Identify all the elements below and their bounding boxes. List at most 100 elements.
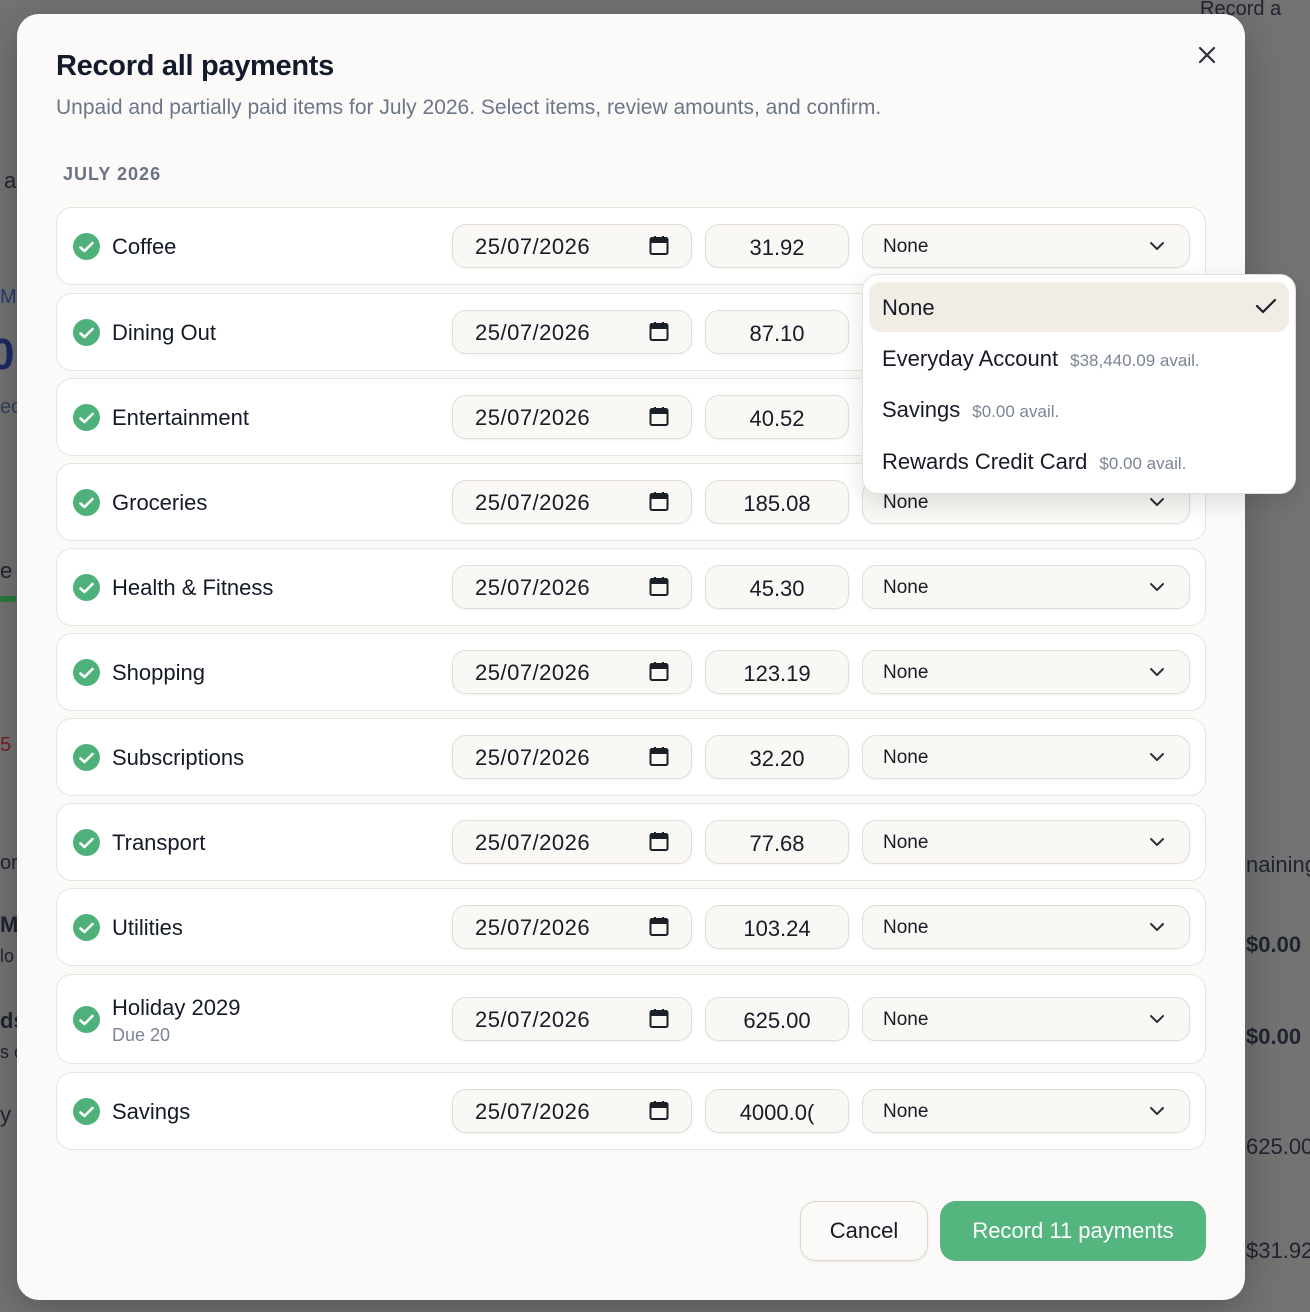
amount-value: 4000.0( xyxy=(739,1100,815,1125)
date-input[interactable]: 25/07/2026 xyxy=(452,735,692,779)
checkmark-icon xyxy=(79,837,94,848)
check-icon[interactable] xyxy=(73,1098,100,1125)
date-value: 25/07/2026 xyxy=(475,745,591,770)
date-input[interactable]: 25/07/2026 xyxy=(452,565,692,609)
date-value: 25/07/2026 xyxy=(475,575,591,600)
date-value: 25/07/2026 xyxy=(475,1099,591,1124)
account-select-value: None xyxy=(883,747,929,768)
chevron-down-icon xyxy=(1150,583,1164,591)
bg-text: lo xyxy=(0,946,15,966)
bg-text: or xyxy=(0,852,18,874)
date-value: 25/07/2026 xyxy=(475,405,591,430)
amount-input[interactable]: 31.92 xyxy=(705,224,849,268)
check-icon[interactable] xyxy=(73,574,100,601)
date-input[interactable]: 25/07/2026 xyxy=(452,820,692,864)
chevron-down-icon xyxy=(1150,242,1164,250)
record-payments-button[interactable]: Record 11 payments xyxy=(940,1201,1206,1261)
date-value: 25/07/2026 xyxy=(475,490,591,515)
amount-input[interactable]: 103.24 xyxy=(705,905,849,949)
date-input[interactable]: 25/07/2026 xyxy=(452,395,692,439)
amount-value: 32.20 xyxy=(749,746,805,771)
amount-input[interactable]: 123.19 xyxy=(705,650,849,694)
payment-name: Health & Fitness xyxy=(112,575,274,600)
account-select[interactable]: None xyxy=(862,905,1190,949)
cancel-button[interactable]: Cancel xyxy=(800,1201,928,1261)
calendar-icon[interactable] xyxy=(649,491,669,512)
check-icon[interactable] xyxy=(73,744,100,771)
check-icon[interactable] xyxy=(73,404,100,431)
date-input[interactable]: 25/07/2026 xyxy=(452,310,692,354)
calendar-icon[interactable] xyxy=(649,746,669,767)
account-select[interactable]: None xyxy=(862,1089,1190,1133)
amount-input[interactable]: 40.52 xyxy=(705,395,849,439)
chevron-down-icon xyxy=(1150,753,1164,761)
account-select[interactable]: None xyxy=(862,997,1190,1041)
option-label: Everyday Account $38,440.09 avail. xyxy=(882,346,1200,372)
amount-input[interactable]: 4000.0( xyxy=(705,1089,849,1133)
check-icon[interactable] xyxy=(73,319,100,346)
checkmark-icon xyxy=(79,1106,94,1117)
calendar-icon[interactable] xyxy=(649,235,669,256)
amount-value: 40.52 xyxy=(749,406,805,431)
payment-name: Coffee xyxy=(112,234,177,259)
checkmark-icon xyxy=(79,922,94,933)
option-label: None xyxy=(882,295,935,321)
calendar-icon[interactable] xyxy=(649,576,669,597)
calendar-icon[interactable] xyxy=(649,916,669,937)
account-select[interactable]: None xyxy=(862,565,1190,609)
payment-name: Entertainment xyxy=(112,405,249,430)
account-select[interactable]: None xyxy=(862,224,1190,268)
date-input[interactable]: 25/07/2026 xyxy=(452,997,692,1041)
bg-column-header: naining xyxy=(1246,852,1310,877)
checkmark-icon xyxy=(79,412,94,423)
chevron-down-icon xyxy=(1150,1107,1164,1115)
date-input[interactable]: 25/07/2026 xyxy=(452,224,692,268)
date-input[interactable]: 25/07/2026 xyxy=(452,905,692,949)
check-icon[interactable] xyxy=(73,489,100,516)
payment-row: Savings 25/07/2026 4000.0( None xyxy=(56,1072,1206,1150)
check-icon[interactable] xyxy=(73,659,100,686)
account-option[interactable]: Rewards Credit Card $0.00 avail. xyxy=(869,436,1289,486)
section-label: JULY 2026 xyxy=(63,164,162,184)
amount-input[interactable]: 32.20 xyxy=(705,735,849,779)
checkmark-icon xyxy=(79,241,94,252)
check-icon[interactable] xyxy=(73,233,100,260)
calendar-icon[interactable] xyxy=(649,831,669,852)
payment-row: Subscriptions 25/07/2026 32.20 None xyxy=(56,718,1206,796)
date-input[interactable]: 25/07/2026 xyxy=(452,650,692,694)
amount-input[interactable]: 87.10 xyxy=(705,310,849,354)
account-select[interactable]: None xyxy=(862,650,1190,694)
check-icon[interactable] xyxy=(73,1006,100,1033)
amount-value: 123.19 xyxy=(743,661,811,686)
calendar-icon[interactable] xyxy=(649,321,669,342)
date-input[interactable]: 25/07/2026 xyxy=(452,480,692,524)
close-button[interactable] xyxy=(1190,38,1224,72)
chevron-down-icon xyxy=(1150,1015,1164,1023)
calendar-icon[interactable] xyxy=(649,406,669,427)
check-icon[interactable] xyxy=(73,829,100,856)
bg-text: e xyxy=(0,558,13,583)
payment-row: Transport 25/07/2026 77.68 None xyxy=(56,803,1206,881)
amount-input[interactable]: 185.08 xyxy=(705,480,849,524)
checkmark-icon xyxy=(79,752,94,763)
amount-input[interactable]: 77.68 xyxy=(705,820,849,864)
account-option[interactable]: Everyday Account $38,440.09 avail. xyxy=(869,333,1289,383)
calendar-icon[interactable] xyxy=(649,661,669,682)
payment-row: Utilities 25/07/2026 103.24 None xyxy=(56,888,1206,966)
chevron-down-icon xyxy=(1150,838,1164,846)
payment-name: Dining Out xyxy=(112,320,216,345)
account-select[interactable]: None xyxy=(862,735,1190,779)
calendar-icon[interactable] xyxy=(649,1100,669,1121)
bg-text: 5 xyxy=(0,734,12,756)
account-select-value: None xyxy=(883,577,929,598)
account-option[interactable]: None xyxy=(869,282,1289,332)
date-input[interactable]: 25/07/2026 xyxy=(452,1089,692,1133)
check-icon[interactable] xyxy=(73,914,100,941)
payment-name: Savings xyxy=(112,1099,191,1124)
account-option[interactable]: Savings $0.00 avail. xyxy=(869,384,1289,434)
amount-input[interactable]: 45.30 xyxy=(705,565,849,609)
option-name: Savings xyxy=(882,397,961,422)
amount-input[interactable]: 625.00 xyxy=(705,997,849,1041)
calendar-icon[interactable] xyxy=(649,1008,669,1029)
account-select[interactable]: None xyxy=(862,820,1190,864)
